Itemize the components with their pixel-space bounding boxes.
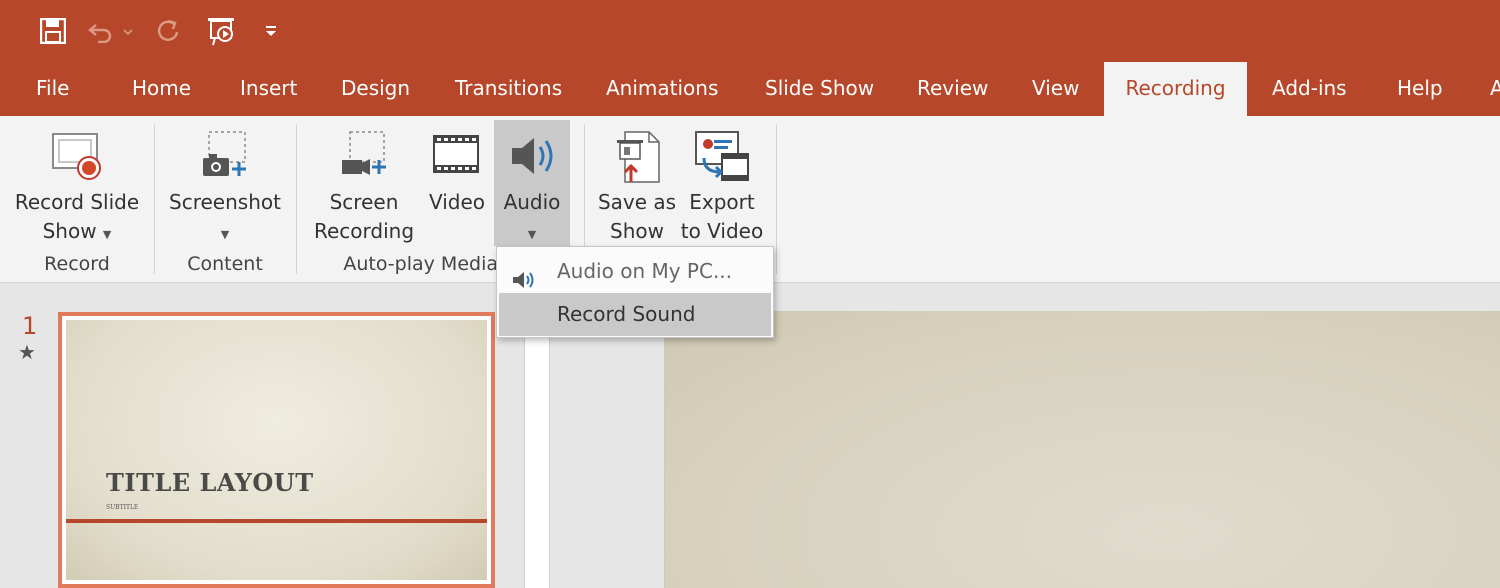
- undo-icon[interactable]: [86, 14, 138, 48]
- slide-thumbnails-panel: 1 ★ TITLE LAYOUT SUBTITLE: [0, 284, 524, 588]
- screen-recording-icon: [342, 131, 386, 175]
- ribbon-tabs: File Home Insert Design Transitions Anim…: [0, 62, 1500, 116]
- film-strip-icon: [433, 135, 479, 173]
- screen-recording-label-1: Screen: [329, 190, 399, 214]
- slide-thumbnail[interactable]: TITLE LAYOUT SUBTITLE: [58, 312, 495, 588]
- group-label-content: Content: [187, 253, 263, 275]
- animation-star-icon: ★: [18, 340, 36, 364]
- tab-view[interactable]: View: [1032, 62, 1079, 116]
- tab-insert[interactable]: Insert: [240, 62, 297, 116]
- group-label-autoplay: Auto-play Media: [343, 253, 498, 275]
- group-divider: [776, 124, 777, 274]
- screenshot-button[interactable]: Screenshot ▼: [164, 116, 286, 250]
- audio-label: Audio: [503, 190, 561, 214]
- chevron-down-icon: ▼: [102, 228, 112, 241]
- tab-add-ins[interactable]: Add-ins: [1272, 62, 1347, 116]
- audio-button[interactable]: Audio ▼: [494, 120, 570, 246]
- slide-canvas[interactable]: [664, 311, 1500, 588]
- menu-item-label: Record Sound: [557, 302, 696, 326]
- thumbnail-accent-line: [66, 519, 487, 523]
- title-bar: [0, 0, 1500, 62]
- audio-dropdown-menu: Audio on My PC... Record Sound: [496, 246, 774, 338]
- save-as-show-button[interactable]: Save as Show: [596, 116, 678, 250]
- record-slide-show-label-1: Record Slide: [14, 190, 140, 214]
- screen-recording-button[interactable]: Screen Recording: [308, 116, 420, 250]
- export-to-video-label-1: Export: [689, 190, 755, 214]
- record-slide-show-label-2: Show: [42, 219, 97, 243]
- record-slide-show-button[interactable]: Record Slide Show ▼: [10, 116, 144, 250]
- export-to-video-label-2: to Video: [680, 219, 764, 243]
- slide-number: 1: [22, 312, 38, 340]
- thumbnail-title: TITLE LAYOUT: [106, 468, 314, 497]
- group-label-record: Record: [44, 253, 110, 275]
- tab-help[interactable]: Help: [1397, 62, 1443, 116]
- slide-thumbnail-canvas: TITLE LAYOUT SUBTITLE: [66, 320, 487, 580]
- save-as-show-label-1: Save as: [597, 190, 677, 214]
- group-divider: [154, 124, 155, 274]
- tab-review[interactable]: Review: [917, 62, 988, 116]
- record-slide-show-icon: [52, 133, 101, 180]
- save-as-show-label-2: Show: [610, 219, 664, 243]
- screen-recording-label-2: Recording: [313, 219, 415, 243]
- menu-item-label: Audio on My PC...: [557, 259, 733, 283]
- screenshot-icon: [203, 131, 246, 176]
- group-divider: [296, 124, 297, 274]
- tab-home[interactable]: Home: [132, 62, 191, 116]
- tab-file[interactable]: File: [36, 62, 69, 116]
- redo-icon[interactable]: [150, 14, 186, 48]
- tab-transitions[interactable]: Transitions: [455, 62, 562, 116]
- chevron-down-icon: ▼: [527, 228, 537, 241]
- video-button[interactable]: Video: [422, 116, 492, 250]
- video-label: Video: [428, 190, 486, 214]
- save-icon[interactable]: [34, 14, 72, 48]
- export-to-video-button[interactable]: Export to Video: [680, 116, 764, 250]
- thumbnail-subtitle: SUBTITLE: [106, 504, 139, 511]
- customize-qat-icon[interactable]: [258, 14, 284, 48]
- tab-design[interactable]: Design: [341, 62, 410, 116]
- chevron-down-icon: ▼: [220, 228, 230, 241]
- export-to-video-icon: [695, 131, 749, 181]
- menu-item-audio-on-my-pc[interactable]: Audio on My PC...: [499, 250, 771, 293]
- menu-item-record-sound[interactable]: Record Sound: [499, 293, 771, 336]
- tab-animations[interactable]: Animations: [606, 62, 718, 116]
- tab-overflow[interactable]: A: [1490, 62, 1500, 116]
- screenshot-label: Screenshot: [169, 190, 281, 214]
- save-as-show-icon: [617, 131, 660, 183]
- start-from-beginning-icon[interactable]: [200, 14, 244, 48]
- tab-slide-show[interactable]: Slide Show: [765, 62, 874, 116]
- speaker-icon: [512, 138, 553, 174]
- tab-recording[interactable]: Recording: [1104, 62, 1247, 116]
